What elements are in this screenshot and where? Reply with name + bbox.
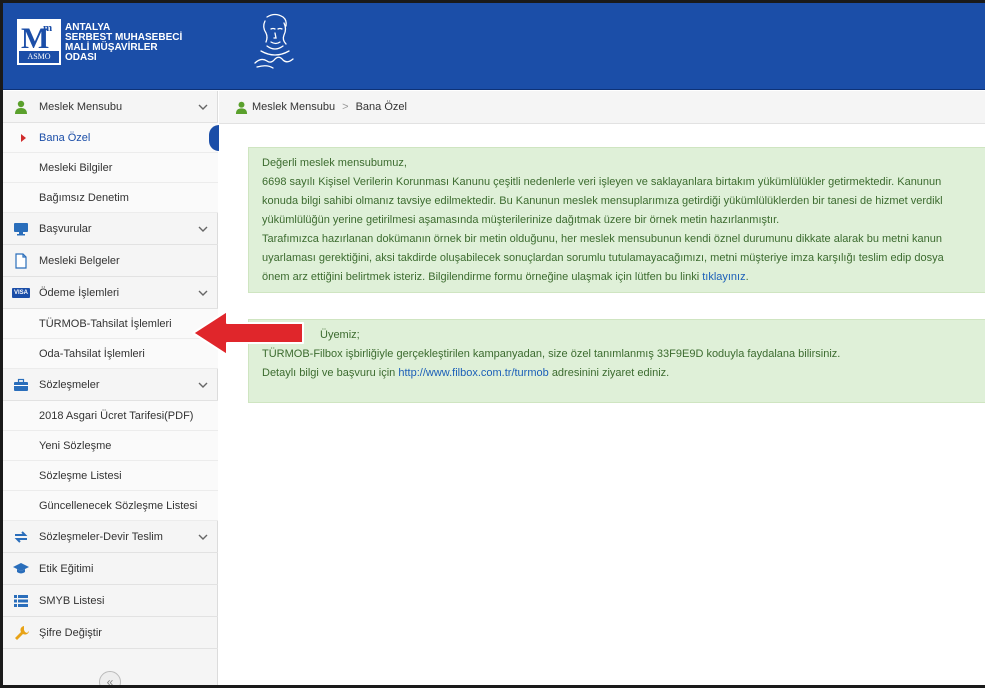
briefcase-icon xyxy=(12,377,30,393)
sidebar-subitem-bagimsiz-denetim[interactable]: Bağımsız Denetim xyxy=(3,183,218,213)
app-frame: M m ASMO ANTALYA SERBEST MUHASEBECİ MALİ… xyxy=(0,0,985,688)
sidebar-item-smyb-listesi[interactable]: SMYB Listesi xyxy=(3,585,218,617)
sidebar-item-label: Etik Eğitimi xyxy=(39,562,94,575)
notice-line: Tarafımızca hazırlanan dokümanın örnek b… xyxy=(262,233,942,245)
filbox-notice: Üyemiz; TÜRMOB-Filbox işbirliğiyle gerçe… xyxy=(248,319,985,403)
user-icon xyxy=(235,101,248,114)
sidebar-item-label: Güncellenecek Sözleşme Listesi xyxy=(39,499,198,512)
sidebar-subitem-oda-tahsilat[interactable]: Oda-Tahsilat İşlemleri xyxy=(3,339,218,369)
document-icon xyxy=(12,252,30,269)
logo-mark: M m ASMO xyxy=(17,19,61,65)
breadcrumb: Meslek Mensubu > Bana Özel xyxy=(219,91,985,124)
wrench-icon xyxy=(12,625,30,641)
sidebar-subitem-mesleki-bilgiler[interactable]: Mesleki Bilgiler xyxy=(3,153,218,183)
kvkk-notice: Değerli meslek mensubumuz, 6698 sayılı K… xyxy=(248,147,985,293)
sidebar-collapse-button[interactable]: « xyxy=(99,671,121,685)
sidebar-subitem-guncellenecek[interactable]: Güncellenecek Sözleşme Listesi xyxy=(3,491,218,521)
notice-greeting: Değerli meslek mensubumuz, xyxy=(262,157,407,169)
logo-line: ODASI xyxy=(65,52,97,63)
notice-line: uyarlaması gerektiğini, aksi takdirde ol… xyxy=(262,252,944,264)
sidebar-item-label: Şifre Değiştir xyxy=(39,626,102,639)
sidebar-item-label: Meslek Mensubu xyxy=(39,100,123,113)
chevron-down-icon xyxy=(198,290,208,296)
sidebar-item-label: Bağımsız Denetim xyxy=(39,191,129,204)
chevron-down-icon xyxy=(198,226,208,232)
graduation-cap-icon xyxy=(12,561,30,577)
sidebar-item-label: 2018 Asgari Ücret Tarifesi(PDF) xyxy=(39,409,194,422)
sidebar-subitem-yeni-sozlesme[interactable]: Yeni Sözleşme xyxy=(3,431,218,461)
active-indicator xyxy=(209,125,219,151)
logo-superscript: m xyxy=(43,22,53,34)
sidebar-subitem-turmob-tahsilat[interactable]: TÜRMOB-Tahsilat İşlemleri xyxy=(3,309,218,339)
filbox-link[interactable]: http://www.filbox.com.tr/turmob xyxy=(398,367,548,379)
sidebar: Meslek Mensubu Bana Özel Mesleki Bilgile… xyxy=(3,91,219,685)
notice-line: 6698 sayılı Kişisel Verilerin Korunması … xyxy=(262,176,942,188)
sidebar-item-label: Yeni Sözleşme xyxy=(39,439,112,452)
sidebar-subitem-sozlesme-listesi[interactable]: Sözleşme Listesi xyxy=(3,461,218,491)
notice-line: Detaylı bilgi ve başvuru için http://www… xyxy=(262,364,985,383)
monitor-icon xyxy=(12,221,30,237)
notice-text: Detaylı bilgi ve başvuru için xyxy=(262,367,396,379)
ataturk-portrait-icon xyxy=(254,13,294,69)
notice-line: TÜRMOB-Filbox işbirliğiyle gerçekleştiri… xyxy=(262,348,841,360)
sidebar-subitem-asgari-ucret[interactable]: 2018 Asgari Ücret Tarifesi(PDF) xyxy=(3,401,218,431)
sidebar-item-basvurular[interactable]: Başvurular xyxy=(3,213,218,245)
sidebar-item-sozlesmeler[interactable]: Sözleşmeler xyxy=(3,369,218,401)
sidebar-item-label: Mesleki Belgeler xyxy=(39,254,120,267)
notice-line: önem arz ettiğini belirtmek isteriz. Bil… xyxy=(262,268,985,287)
breadcrumb-separator: > xyxy=(342,101,349,113)
sidebar-item-odeme-islemleri[interactable]: VISA Ödeme İşlemleri xyxy=(3,277,218,309)
notice-text: adresinini ziyaret ediniz. xyxy=(551,367,670,379)
user-icon xyxy=(12,99,30,115)
chevron-down-icon xyxy=(198,104,208,110)
list-icon xyxy=(12,593,30,609)
sidebar-item-label: Mesleki Bilgiler xyxy=(39,161,113,174)
sidebar-item-meslek-mensubu[interactable]: Meslek Mensubu xyxy=(3,91,218,123)
sidebar-item-label: Sözleşme Listesi xyxy=(39,469,122,482)
notice-text: önem arz ettiğini belirtmek isteriz. Bil… xyxy=(262,271,700,283)
chevron-down-icon xyxy=(198,382,208,388)
sidebar-item-label: SMYB Listesi xyxy=(39,594,105,607)
sidebar-item-sifre-degistir[interactable]: Şifre Değiştir xyxy=(3,617,218,649)
visa-icon: VISA xyxy=(12,285,31,301)
logo-badge: ASMO xyxy=(19,51,59,63)
sidebar-subitem-bana-ozel[interactable]: Bana Özel xyxy=(3,123,219,153)
sidebar-item-etik-egitimi[interactable]: Etik Eğitimi xyxy=(3,553,218,585)
sidebar-item-devir-teslim[interactable]: Sözleşmeler-Devir Teslim xyxy=(3,521,218,553)
sidebar-item-label: Ödeme İşlemleri xyxy=(39,286,120,299)
main-content: Meslek Mensubu > Bana Özel Değerli mesle… xyxy=(219,91,985,685)
visa-badge: VISA xyxy=(12,287,31,298)
notice-text: . xyxy=(745,271,749,283)
sidebar-item-label: Bana Özel xyxy=(39,131,91,144)
transfer-icon xyxy=(12,529,30,545)
notice-greeting: Üyemiz; xyxy=(320,329,360,341)
sidebar-item-label: Başvurular xyxy=(39,222,92,235)
sidebar-item-mesleki-belgeler[interactable]: Mesleki Belgeler xyxy=(3,245,218,277)
asmo-logo[interactable]: M m ASMO ANTALYA SERBEST MUHASEBECİ MALİ… xyxy=(17,19,182,65)
sidebar-item-label: TÜRMOB-Tahsilat İşlemleri xyxy=(39,317,172,330)
breadcrumb-root[interactable]: Meslek Mensubu xyxy=(252,101,335,113)
chevron-down-icon xyxy=(198,534,208,540)
red-arrow-icon xyxy=(192,310,304,356)
active-marker-icon xyxy=(21,134,26,142)
notice-line: konuda bilgi sahibi olmanız tavsiye edil… xyxy=(262,195,943,207)
logo-text: ANTALYA SERBEST MUHASEBECİ MALİ MÜŞAVİRL… xyxy=(65,23,182,63)
top-header: M m ASMO ANTALYA SERBEST MUHASEBECİ MALİ… xyxy=(3,3,985,90)
sidebar-item-label: Sözleşmeler xyxy=(39,378,100,391)
form-link[interactable]: tıklayınız xyxy=(702,271,745,283)
breadcrumb-current: Bana Özel xyxy=(355,101,407,113)
sidebar-item-label: Sözleşmeler-Devir Teslim xyxy=(39,530,163,543)
sidebar-item-label: Oda-Tahsilat İşlemleri xyxy=(39,347,145,360)
notice-line: yükümlülüğün yerine getirilmesi aşamasın… xyxy=(262,214,780,226)
